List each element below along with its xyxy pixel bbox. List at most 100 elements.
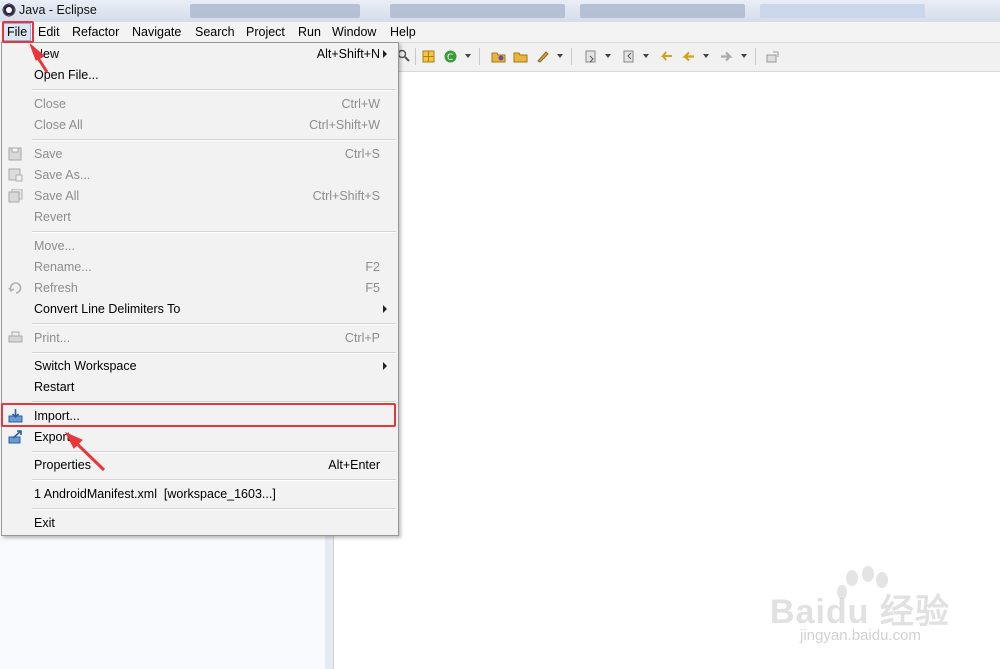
menu-item-label: New (34, 47, 60, 61)
forward-icon[interactable] (719, 49, 734, 64)
menu-item-revert[interactable]: Revert (2, 207, 398, 227)
menu-item-label: Close All (34, 118, 83, 132)
menu-item-export[interactable]: Export... (2, 427, 398, 447)
menu-project[interactable]: Project (243, 24, 288, 40)
menu-item-switch-workspace[interactable]: Switch Workspace (2, 356, 398, 376)
watermark-brand: Baidu 经验 (770, 593, 950, 631)
menu-item-label: 1 AndroidManifest.xml [workspace_1603...… (34, 487, 276, 501)
back-icon[interactable] (681, 49, 696, 64)
menu-item-label: Save As... (34, 168, 91, 182)
menu-item-properties[interactable]: Properties Alt+Enter (2, 455, 398, 475)
search-icon[interactable] (397, 49, 412, 64)
menu-item-label: Rename... (34, 260, 92, 274)
menu-separator (32, 323, 396, 325)
menu-item-close-all[interactable]: Close All Ctrl+Shift+W (2, 115, 398, 135)
menu-bar: File Edit Refactor Navigate Search Proje… (0, 22, 1000, 43)
menu-item-label: Open File... (34, 68, 99, 82)
menu-item-label: Print... (34, 331, 71, 345)
menu-separator (32, 352, 396, 354)
dropdown-arrow-icon[interactable] (741, 54, 747, 58)
submenu-arrow-icon (383, 362, 387, 370)
menu-separator (32, 231, 396, 233)
menu-window[interactable]: Window (329, 24, 379, 40)
menu-refactor[interactable]: Refactor (69, 24, 122, 40)
export-icon (8, 430, 22, 444)
open-resource-icon[interactable] (513, 49, 528, 64)
eclipse-app-icon (2, 3, 16, 17)
last-edit-location-icon[interactable] (659, 49, 674, 64)
menu-item-label: Properties (34, 458, 91, 472)
menu-item-label: Switch Workspace (34, 359, 137, 373)
import-item-highlight (1, 403, 396, 427)
toolbar-separator (755, 48, 756, 65)
menu-navigate[interactable]: Navigate (129, 24, 184, 40)
menu-item-shortcut: Alt+Shift+N (316, 47, 380, 61)
submenu-arrow-icon (383, 50, 387, 58)
dropdown-arrow-icon[interactable] (643, 54, 649, 58)
dropdown-arrow-icon[interactable] (465, 54, 471, 58)
menu-item-label: Export... (34, 430, 81, 444)
open-task-icon[interactable] (535, 49, 550, 64)
menu-item-print[interactable]: Print... Ctrl+P (2, 328, 398, 348)
submenu-arrow-icon (383, 305, 387, 313)
taskbar-thumbnail (580, 4, 745, 18)
new-package-icon[interactable] (421, 49, 436, 64)
menu-item-shortcut: Ctrl+Shift+W (309, 118, 380, 132)
menu-item-label: Save All (34, 189, 80, 203)
save-all-icon (8, 189, 23, 203)
menu-item-label: Close (34, 97, 66, 111)
menu-item-shortcut: Ctrl+S (344, 147, 380, 161)
menu-item-label: Revert (34, 210, 71, 224)
save-as-icon (8, 168, 23, 182)
next-annotation-icon[interactable] (583, 49, 598, 64)
menu-run[interactable]: Run (295, 24, 324, 40)
watermark-url: jingyan.baidu.com (800, 627, 921, 644)
menu-item-label: Move... (34, 239, 75, 253)
menu-help[interactable]: Help (387, 24, 419, 40)
menu-item-save-as[interactable]: Save As... (2, 165, 398, 185)
new-class-icon[interactable]: C (443, 49, 458, 64)
menu-item-label: Save (34, 147, 63, 161)
menu-item-rename[interactable]: Rename... F2 (2, 257, 398, 277)
menu-item-shortcut: Ctrl+P (344, 331, 380, 345)
dropdown-arrow-icon[interactable] (557, 54, 563, 58)
menu-separator (32, 508, 396, 510)
save-icon (8, 147, 22, 161)
toolbar-separator (571, 48, 572, 65)
menu-item-label: Exit (34, 516, 55, 530)
menu-item-shortcut: F5 (365, 281, 380, 295)
main-toolbar: C (397, 43, 1000, 72)
title-bar: Java - Eclipse (0, 0, 1000, 23)
menu-item-exit[interactable]: Exit (2, 513, 398, 533)
menu-item-label: Convert Line Delimiters To (34, 302, 181, 316)
menu-item-label: Restart (34, 380, 75, 394)
menu-item-shortcut: Alt+Enter (328, 458, 380, 472)
pin-editor-icon[interactable] (765, 49, 780, 64)
toolbar-separator (415, 48, 416, 65)
menu-item-recent-file[interactable]: 1 AndroidManifest.xml [workspace_1603...… (2, 484, 398, 504)
dropdown-arrow-icon[interactable] (605, 54, 611, 58)
taskbar-thumbnail (190, 4, 360, 18)
file-menu-dropdown: New Alt+Shift+N Open File... Close Ctrl+… (1, 42, 399, 536)
menu-item-save-all[interactable]: Save All Ctrl+Shift+S (2, 186, 398, 206)
open-type-icon[interactable] (491, 49, 506, 64)
menu-item-move[interactable]: Move... (2, 236, 398, 256)
print-icon (8, 331, 23, 343)
menu-item-restart[interactable]: Restart (2, 377, 398, 397)
svg-text:C: C (447, 53, 453, 63)
menu-item-shortcut: F2 (365, 260, 380, 274)
dropdown-arrow-icon[interactable] (703, 54, 709, 58)
menu-search[interactable]: Search (192, 24, 238, 40)
taskbar-thumbnail (390, 4, 565, 18)
menu-separator (32, 451, 396, 453)
menu-edit[interactable]: Edit (35, 24, 63, 40)
menu-item-open-file[interactable]: Open File... (2, 65, 398, 85)
menu-item-close[interactable]: Close Ctrl+W (2, 94, 398, 114)
menu-item-save[interactable]: Save Ctrl+S (2, 144, 398, 164)
menu-item-convert-line-delimiters[interactable]: Convert Line Delimiters To (2, 299, 398, 319)
taskbar-thumbnail (760, 4, 925, 18)
previous-annotation-icon[interactable] (621, 49, 636, 64)
menu-item-new[interactable]: New Alt+Shift+N (2, 44, 398, 64)
menu-separator (32, 89, 396, 91)
menu-item-refresh[interactable]: Refresh F5 (2, 278, 398, 298)
